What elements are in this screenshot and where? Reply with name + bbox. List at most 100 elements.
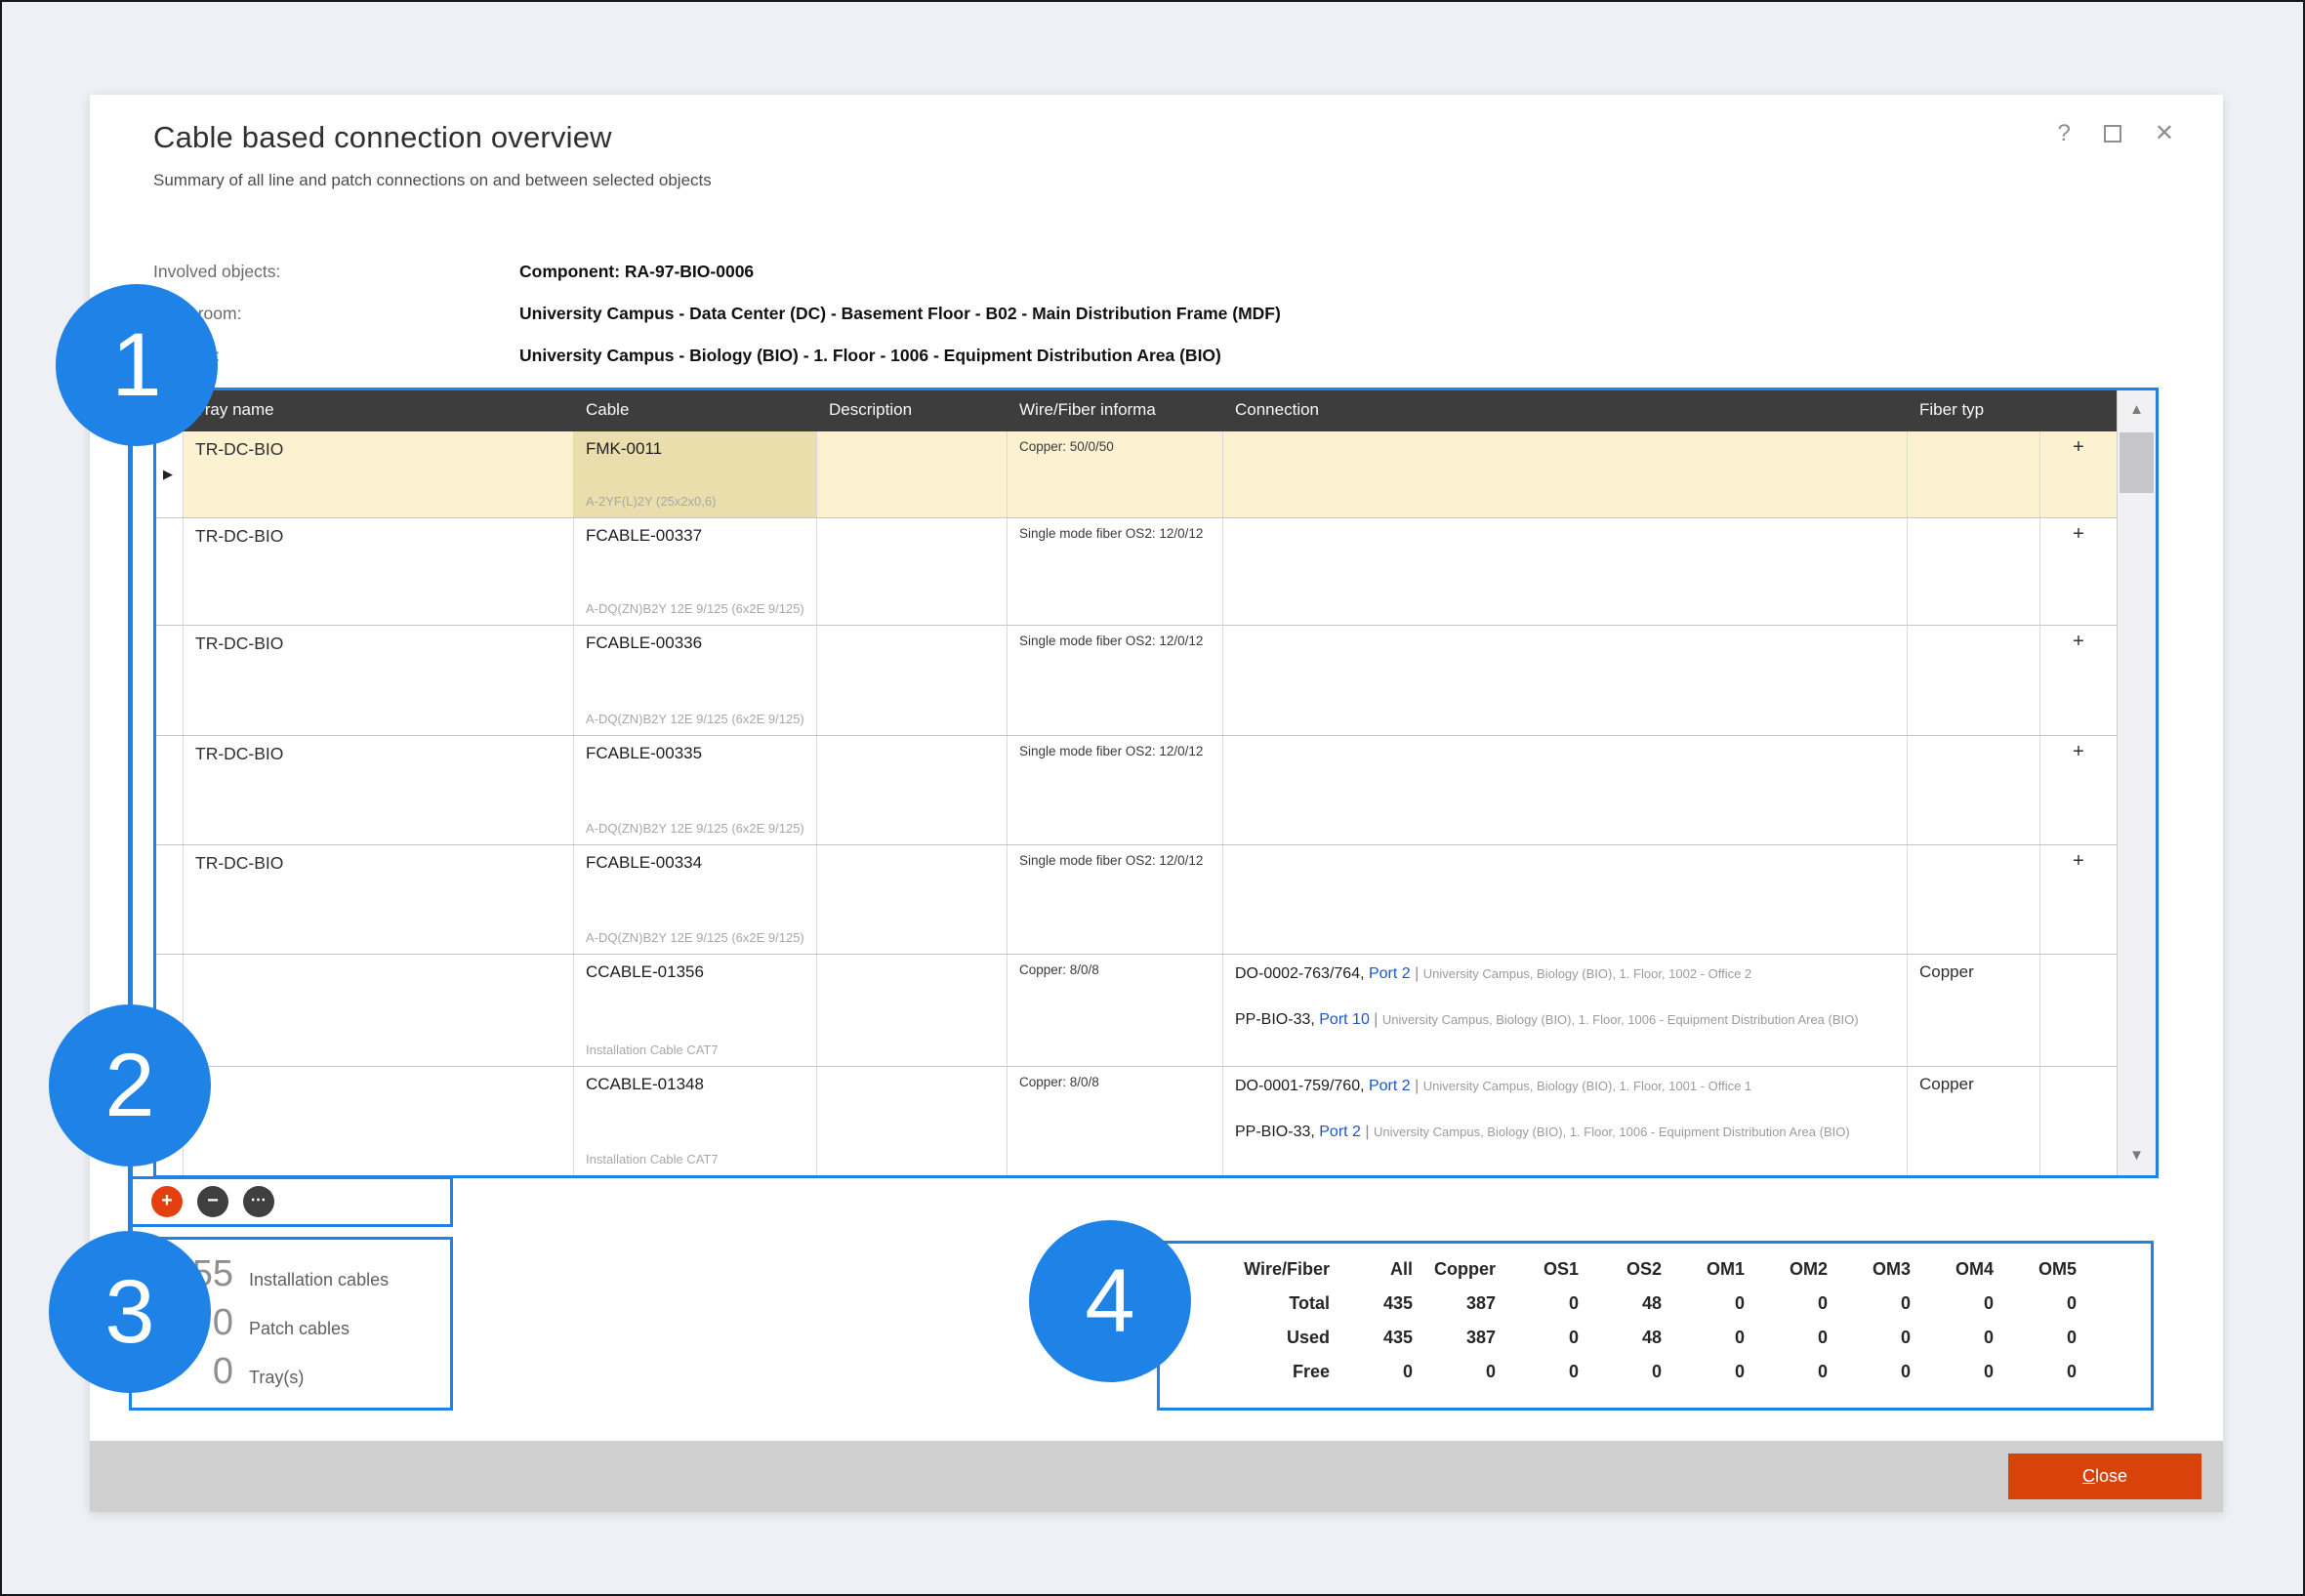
info-row-involved: Involved objects: Component: RA-97-BIO-0… xyxy=(153,251,1281,293)
connection-port-link[interactable]: Port 2 xyxy=(1319,1124,1361,1140)
column-header-connection[interactable]: Connection xyxy=(1223,390,1908,431)
annotation-connector-line xyxy=(128,365,133,1312)
row-selector-cell[interactable] xyxy=(156,736,184,844)
row-selector-cell[interactable] xyxy=(156,518,184,625)
column-header-fiber-type[interactable]: Fiber typ xyxy=(1908,390,2040,431)
wire-fiber-info-cell: Copper: 50/0/50 xyxy=(1008,431,1223,517)
maximize-icon[interactable] xyxy=(2104,125,2121,143)
connection-info: Involved objects: Component: RA-97-BIO-0… xyxy=(153,251,1281,377)
summary-row: Used43538704800000 xyxy=(1173,1328,2151,1362)
column-header-description[interactable]: Description xyxy=(817,390,1008,431)
table-row[interactable]: TR-DC-BIOFCABLE-00334A-DQ(ZN)B2Y 12E 9/1… xyxy=(156,844,2117,954)
close-button[interactable]: Close xyxy=(2008,1453,2202,1499)
row-selector-cell[interactable] xyxy=(156,845,184,954)
annotation-circle-3: 3 xyxy=(49,1231,211,1393)
annotation-circle-4: 4 xyxy=(1029,1220,1191,1382)
remove-cable-button[interactable]: − xyxy=(197,1186,228,1217)
summary-value-cell: 0 xyxy=(1496,1293,1579,1328)
summary-value-cell: 387 xyxy=(1413,1328,1496,1362)
expand-row-icon[interactable]: + xyxy=(2073,741,2084,762)
wire-fiber-info-cell: Single mode fiber OS2: 12/0/12 xyxy=(1008,845,1223,954)
table-row[interactable]: CCABLE-01348Installation Cable CAT7Coppe… xyxy=(156,1066,2117,1175)
connection-device: PP-BIO-33, xyxy=(1235,1011,1319,1028)
summary-value-cell: 0 xyxy=(1496,1328,1579,1362)
scroll-up-icon[interactable]: ▲ xyxy=(2118,390,2156,430)
summary-header-cell: OM1 xyxy=(1662,1259,1745,1293)
cable-type-subtext: Installation Cable CAT7 xyxy=(586,1042,808,1059)
summary-value-cell: 0 xyxy=(1662,1293,1745,1328)
connection-entry: DO-0002-763/764, Port 2 | University Cam… xyxy=(1235,962,1895,985)
separator: | xyxy=(1361,1124,1374,1140)
connection-cell: DO-0001-759/760, Port 2 | University Cam… xyxy=(1223,1067,1908,1175)
cable-cell[interactable]: CCABLE-01348Installation Cable CAT7 xyxy=(574,1067,817,1175)
connection-location: University Campus, Biology (BIO), 1. Flo… xyxy=(1423,1079,1751,1093)
screenshot-frame: Cable based connection overview Summary … xyxy=(0,0,2305,1596)
cable-name: FCABLE-00337 xyxy=(586,526,804,546)
row-selector-cell[interactable] xyxy=(156,626,184,735)
summary-value-cell: 0 xyxy=(1911,1328,1994,1362)
window-controls: ? ✕ xyxy=(2058,122,2174,145)
close-icon[interactable]: ✕ xyxy=(2155,122,2174,145)
connection-device: DO-0002-763/764, xyxy=(1235,965,1369,982)
expand-row-icon[interactable]: + xyxy=(2073,436,2084,458)
summary-header-cell: OS2 xyxy=(1579,1259,1662,1293)
cable-toolbar: + − ⋯ xyxy=(129,1176,453,1227)
summary-value-cell: 0 xyxy=(1330,1362,1413,1396)
scroll-down-icon[interactable]: ▼ xyxy=(2118,1136,2156,1175)
cable-name: CCABLE-01356 xyxy=(586,962,804,982)
tray-name-cell: TR-DC-BIO xyxy=(184,845,574,954)
fiber-type-cell xyxy=(1908,736,2040,844)
summary-value-cell: 0 xyxy=(1413,1362,1496,1396)
fiber-type-cell xyxy=(1908,845,2040,954)
tray-name-cell xyxy=(184,955,574,1066)
summary-row-label: Total xyxy=(1173,1293,1330,1328)
wire-fiber-info-cell: Single mode fiber OS2: 12/0/12 xyxy=(1008,518,1223,625)
cable-cell[interactable]: FCABLE-00336A-DQ(ZN)B2Y 12E 9/125 (6x2E … xyxy=(574,626,817,735)
tray-name-cell: TR-DC-BIO xyxy=(184,431,574,517)
help-icon[interactable]: ? xyxy=(2058,122,2071,145)
table-row[interactable]: TR-DC-BIOFCABLE-00337A-DQ(ZN)B2Y 12E 9/1… xyxy=(156,517,2117,625)
scrollbar-thumb[interactable] xyxy=(2120,432,2154,493)
expand-cell: + xyxy=(2040,431,2117,517)
summary-row-label: Used xyxy=(1173,1328,1330,1362)
column-header-wire-fiber[interactable]: Wire/Fiber informa xyxy=(1008,390,1223,431)
add-cable-button[interactable]: + xyxy=(151,1186,183,1217)
cable-type-subtext: A-DQ(ZN)B2Y 12E 9/125 (6x2E 9/125) xyxy=(586,929,808,947)
cable-cell[interactable]: FCABLE-00337A-DQ(ZN)B2Y 12E 9/125 (6x2E … xyxy=(574,518,817,625)
table-row[interactable]: CCABLE-01356Installation Cable CAT7Coppe… xyxy=(156,954,2117,1066)
summary-value-cell: 0 xyxy=(1828,1293,1911,1328)
table-row[interactable]: ▶ TR-DC-BIOFMK-0011A-2YF(L)2Y (25x2x0,6) C… xyxy=(156,431,2117,517)
summary-value-cell: 0 xyxy=(1828,1362,1911,1396)
expand-row-icon[interactable]: + xyxy=(2073,850,2084,872)
cable-cell[interactable]: CCABLE-01356 Installation Cable CAT7 xyxy=(574,955,817,1066)
expand-cell xyxy=(2040,1067,2117,1175)
cable-cell[interactable]: FMK-0011A-2YF(L)2Y (25x2x0,6) xyxy=(574,431,817,517)
summary-row: Total43538704800000 xyxy=(1173,1293,2151,1328)
expand-row-icon[interactable]: + xyxy=(2073,631,2084,652)
summary-value-cell: 0 xyxy=(1496,1362,1579,1396)
connection-port-link[interactable]: Port 10 xyxy=(1319,1011,1370,1028)
column-header-tray-name[interactable]: Tray name xyxy=(184,390,574,431)
description-cell xyxy=(817,1067,1008,1175)
connection-port-link[interactable]: Port 2 xyxy=(1369,1078,1411,1094)
connection-device: PP-BIO-33, xyxy=(1235,1124,1319,1140)
vertical-scrollbar[interactable]: ▲ ▼ xyxy=(2117,390,2156,1175)
summary-header-row: Wire/FiberAllCopperOS1OS2OM1OM2OM3OM4OM5 xyxy=(1173,1259,2151,1293)
more-options-button[interactable]: ⋯ xyxy=(243,1186,274,1217)
cable-cell[interactable]: FCABLE-00334A-DQ(ZN)B2Y 12E 9/125 (6x2E … xyxy=(574,845,817,954)
annotation-circle-2: 2 xyxy=(49,1004,211,1166)
counter-label: Installation cables xyxy=(249,1270,389,1290)
cable-cell[interactable]: FCABLE-00335A-DQ(ZN)B2Y 12E 9/125 (6x2E … xyxy=(574,736,817,844)
connection-location: University Campus, Biology (BIO), 1. Flo… xyxy=(1382,1012,1859,1027)
row-selector-cell[interactable]: ▶ xyxy=(156,431,184,517)
table-row[interactable]: TR-DC-BIOFCABLE-00336A-DQ(ZN)B2Y 12E 9/1… xyxy=(156,625,2117,735)
connections-table: ✳ Tray name Cable Description Wire/Fiber… xyxy=(153,388,2159,1178)
summary-header-cell: OM3 xyxy=(1828,1259,1911,1293)
summary-header-cell: OM4 xyxy=(1911,1259,1994,1293)
current-row-marker-icon: ▶ xyxy=(163,467,173,482)
table-row[interactable]: TR-DC-BIOFCABLE-00335A-DQ(ZN)B2Y 12E 9/1… xyxy=(156,735,2117,844)
connection-port-link[interactable]: Port 2 xyxy=(1369,965,1411,982)
expand-row-icon[interactable]: + xyxy=(2073,523,2084,545)
tray-name-cell: TR-DC-BIO xyxy=(184,626,574,735)
column-header-cable[interactable]: Cable xyxy=(574,390,817,431)
